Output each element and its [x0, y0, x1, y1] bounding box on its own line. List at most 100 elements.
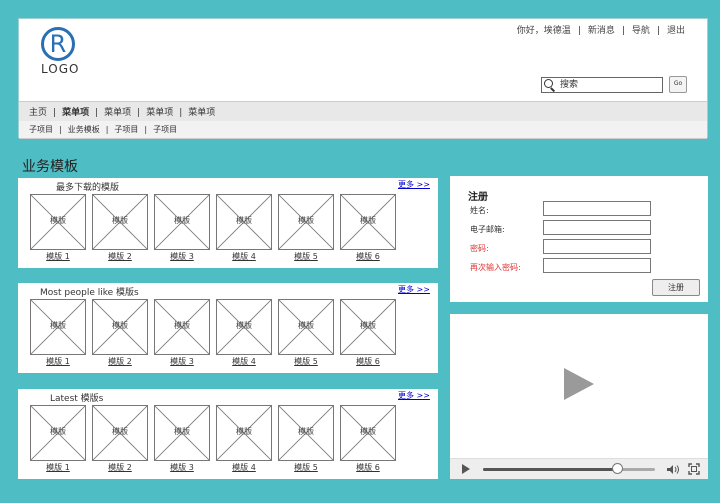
template-thumbnail[interactable]: 模版 [92, 194, 148, 250]
top-links: 你好，埃德温 | 新消息 | 导航 | 退出 [517, 23, 685, 36]
subnav-item[interactable]: 子项目 [153, 125, 177, 134]
panel-title: Latest 模版s [50, 394, 104, 404]
more-link[interactable]: 更多 >> [398, 284, 430, 295]
template-caption-link[interactable]: 模版 2 [92, 251, 148, 262]
search-go-button[interactable]: Go [669, 76, 687, 93]
register-title: 注册 [468, 192, 488, 203]
thumbnail-label: 模版 [236, 427, 252, 436]
template-thumbnail[interactable]: 模版 [278, 299, 334, 355]
progress-fill [483, 468, 618, 471]
password-field[interactable] [543, 239, 651, 254]
divider: | [105, 125, 109, 134]
more-link[interactable]: 更多 >> [398, 179, 430, 190]
template-caption-link[interactable]: 模版 2 [92, 356, 148, 367]
divider: | [144, 125, 148, 134]
template-thumbnail[interactable]: 模版 [30, 299, 86, 355]
subnav-item[interactable]: 子项目 [29, 125, 53, 134]
template-caption-link[interactable]: 模版 1 [30, 462, 86, 473]
template-thumbnail[interactable]: 模版 [216, 194, 272, 250]
template-caption-link[interactable]: 模版 5 [278, 356, 334, 367]
template-caption-link[interactable]: 模版 4 [216, 462, 272, 473]
thumbnail-label: 模版 [112, 216, 128, 225]
thumbnail-label: 模版 [112, 427, 128, 436]
divider: | [577, 26, 581, 36]
divider: | [621, 26, 625, 36]
nav-item[interactable]: 菜单项 [188, 108, 215, 118]
more-link[interactable]: 更多 >> [398, 390, 430, 401]
nav-item[interactable]: 菜单项 [104, 108, 131, 118]
fullscreen-icon[interactable] [688, 463, 700, 475]
main-nav: 主页 | 菜单项 | 菜单项 | 菜单项 | 菜单项 [19, 101, 707, 122]
thumbnail-label: 模版 [298, 321, 314, 330]
thumbnail-label: 模版 [50, 427, 66, 436]
template-caption-link[interactable]: 模版 5 [278, 462, 334, 473]
header: R LOGO 你好，埃德温 | 新消息 | 导航 | 退出 搜索 Go 主页 | 菜单项 | 菜单项… [18, 18, 708, 139]
template-thumbnail[interactable]: 模版 [154, 194, 210, 250]
template-thumbnail[interactable]: 模版 [92, 299, 148, 355]
progress-track[interactable] [483, 468, 655, 471]
new-messages-link[interactable]: 新消息 [588, 26, 615, 36]
template-thumbnail[interactable]: 模版 [30, 405, 86, 461]
template-panel: 最多下载的模版 更多 >> 模版 模版 1 模版 模版 2 模版 模版 3 模版 模版 4 模版 模版… [18, 178, 438, 268]
name-field[interactable] [543, 201, 651, 216]
template-thumbnail[interactable]: 模版 [278, 194, 334, 250]
play-icon[interactable] [461, 464, 471, 474]
thumbnail-label: 模版 [50, 321, 66, 330]
nav-item-home[interactable]: 主页 [29, 108, 47, 118]
template-thumbnail[interactable]: 模版 [340, 405, 396, 461]
divider: | [179, 108, 183, 118]
template-panel: Most people like 模版s 更多 >> 模版 模版 1 模版 模版 2 模版模… [18, 283, 438, 373]
confirm-password-field[interactable] [543, 258, 651, 273]
template-caption-link[interactable]: 模版 1 [30, 356, 86, 367]
email-label: 电子邮箱: [470, 225, 505, 234]
navigation-link[interactable]: 导航 [632, 26, 650, 36]
password-label: 密码: [470, 244, 489, 253]
greeting-link[interactable]: 你好，埃德温 [517, 26, 571, 36]
logo-text: LOGO [41, 62, 80, 76]
template-thumbnail[interactable]: 模版 [216, 405, 272, 461]
template-caption-link[interactable]: 模版 6 [340, 251, 396, 262]
template-caption-link[interactable]: 模版 6 [340, 462, 396, 473]
template-caption-link[interactable]: 模版 3 [154, 356, 210, 367]
register-button[interactable]: 注册 [652, 279, 700, 296]
divider: | [656, 26, 660, 36]
thumbnail-label: 模版 [236, 321, 252, 330]
thumbnail-label: 模版 [112, 321, 128, 330]
logo-mark[interactable]: R [41, 27, 75, 61]
volume-icon[interactable] [666, 464, 680, 475]
template-thumbnail[interactable]: 模版 [154, 299, 210, 355]
divider: | [59, 125, 62, 134]
template-thumbnail[interactable]: 模版 [30, 194, 86, 250]
template-caption-link[interactable]: 模版 3 [154, 251, 210, 262]
template-caption-link[interactable]: 模版 6 [340, 356, 396, 367]
template-thumbnail[interactable]: 模版 [154, 405, 210, 461]
thumbnail-label: 模版 [174, 427, 190, 436]
video-controls [450, 458, 708, 479]
template-thumbnail[interactable]: 模版 [340, 299, 396, 355]
subnav-item[interactable]: 子项目 [114, 125, 138, 134]
nav-item[interactable]: 菜单项 [146, 108, 173, 118]
template-thumbnail[interactable]: 模版 [216, 299, 272, 355]
template-caption-link[interactable]: 模版 4 [216, 356, 272, 367]
template-thumbnail[interactable]: 模版 [92, 405, 148, 461]
template-caption-link[interactable]: 模版 5 [278, 251, 334, 262]
email-field[interactable] [543, 220, 651, 235]
progress-handle[interactable] [612, 463, 624, 474]
template-caption-link[interactable]: 模版 3 [154, 462, 210, 473]
logout-link[interactable]: 退出 [667, 26, 685, 36]
subnav-item-templates[interactable]: 业务模板 [68, 125, 100, 134]
thumbnail-label: 模版 [360, 216, 376, 225]
template-thumbnail[interactable]: 模版 [340, 194, 396, 250]
sub-nav: 子项目 | 业务模板 | 子项目 | 子项目 [19, 121, 707, 139]
divider: | [95, 108, 99, 118]
search-input[interactable]: 搜索 [541, 77, 663, 93]
template-thumbnail[interactable]: 模版 [278, 405, 334, 461]
thumbnail-label: 模版 [174, 216, 190, 225]
thumbnail-label: 模版 [360, 321, 376, 330]
thumbnail-label: 模版 [50, 216, 66, 225]
template-caption-link[interactable]: 模版 1 [30, 251, 86, 262]
nav-item-active[interactable]: 菜单项 [62, 108, 89, 118]
template-caption-link[interactable]: 模版 4 [216, 251, 272, 262]
template-caption-link[interactable]: 模版 2 [92, 462, 148, 473]
big-play-icon[interactable] [562, 366, 596, 402]
